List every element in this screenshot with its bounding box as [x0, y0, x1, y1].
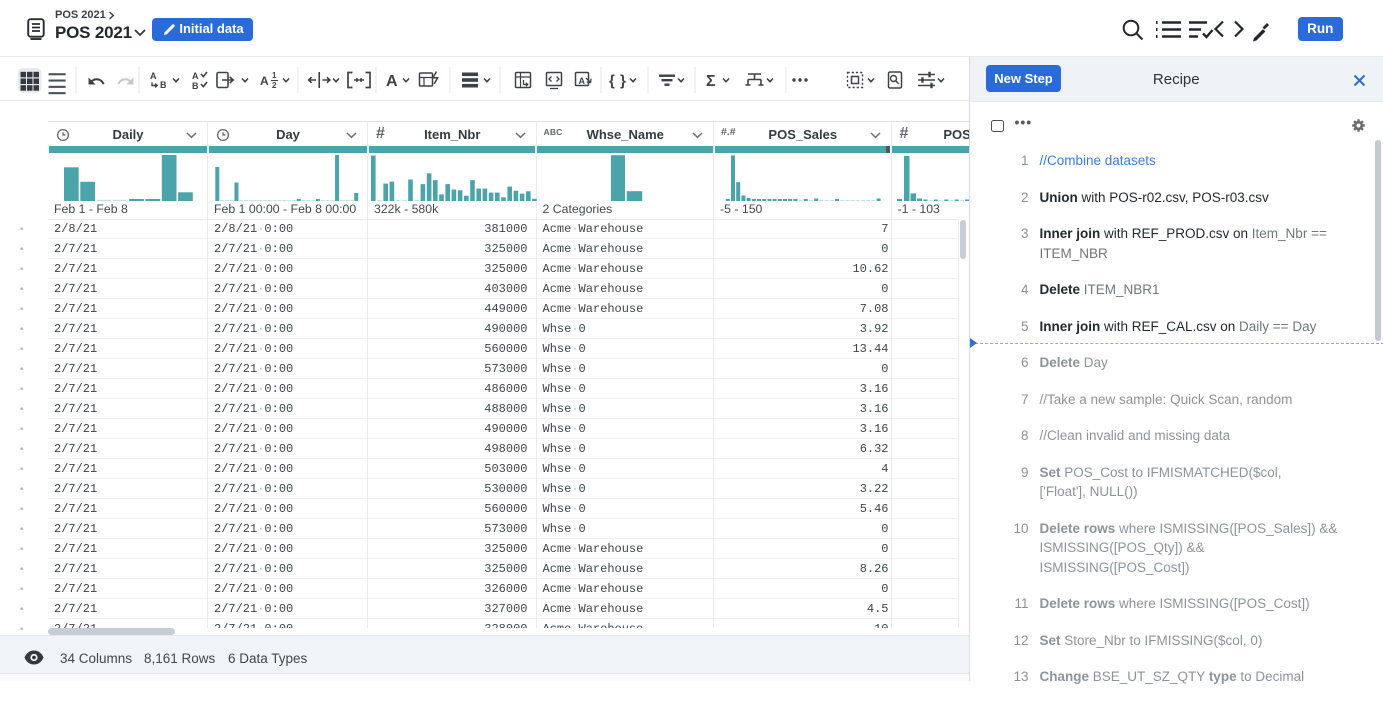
svg-text:2: 2 — [272, 81, 277, 90]
svg-text:Σ: Σ — [706, 73, 716, 90]
svg-text:A: A — [192, 71, 199, 81]
svg-text:A: A — [150, 71, 157, 81]
svg-text:B: B — [192, 81, 199, 91]
svg-text:A: A — [579, 76, 586, 86]
svg-text:}: } — [620, 73, 626, 90]
svg-text:A: A — [260, 74, 269, 88]
svg-text:A: A — [386, 73, 398, 90]
svg-text:1: 1 — [272, 71, 277, 80]
svg-text:B: B — [160, 80, 167, 90]
svg-text:{: { — [609, 73, 615, 90]
